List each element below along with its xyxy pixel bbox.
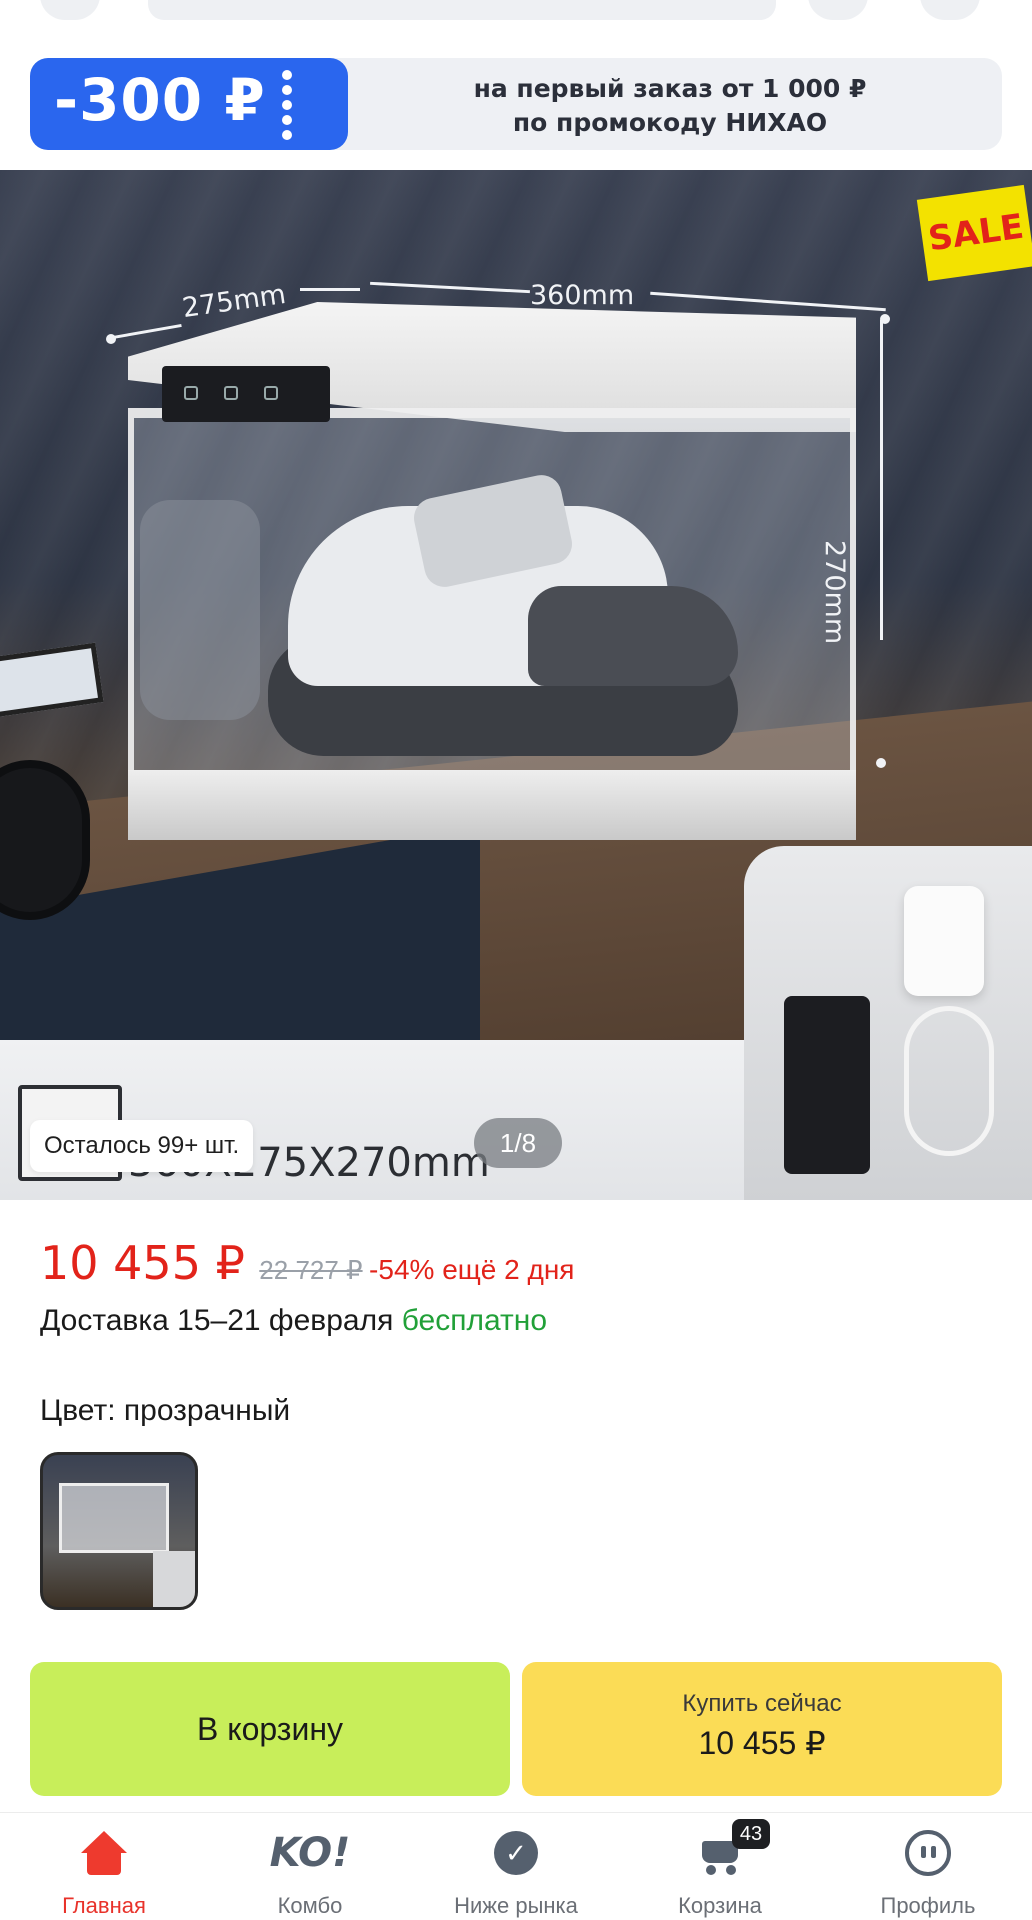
dimension-width: 360mm <box>530 280 635 311</box>
power-adapter <box>904 886 984 996</box>
color-swatch-transparent[interactable] <box>40 1452 198 1610</box>
promo-description: на первый заказ от 1 000 ₽ по промокоду … <box>473 74 867 137</box>
buy-now-button[interactable]: Купить сейчас 10 455 ₽ <box>522 1662 1002 1796</box>
sneaker <box>268 466 738 766</box>
color-label: Цвет: прозрачный <box>40 1394 291 1427</box>
add-to-cart-button[interactable]: В корзину <box>30 1662 510 1796</box>
top-search-strip <box>0 0 1032 30</box>
headphones <box>0 760 90 920</box>
product-image-gallery[interactable]: 275mm 360mm 270mm SALE 360X275X270mm Ост… <box>0 170 1032 1200</box>
tab-combo[interactable]: KO! Комбо <box>230 1827 390 1919</box>
search-input[interactable] <box>148 0 776 20</box>
ko-icon: KO! <box>269 1830 351 1876</box>
tab-cart[interactable]: 43 Корзина <box>640 1819 800 1919</box>
tab-home[interactable]: Главная <box>24 1827 184 1919</box>
power-cable <box>904 1006 994 1156</box>
remote-control <box>784 996 870 1174</box>
stock-badge: Осталось 99+ шт. <box>30 1120 254 1172</box>
delivery-info: Доставка 15–21 февраля бесплатно <box>40 1304 548 1337</box>
back-button[interactable] <box>40 0 100 20</box>
price-row: 10 455 ₽ 22 727 ₽ -54% ещё 2 дня <box>40 1236 1000 1296</box>
control-panel <box>162 366 330 422</box>
image-counter: 1/8 <box>474 1118 562 1168</box>
favorite-button[interactable] <box>920 0 980 20</box>
old-price: 22 727 ₽ <box>259 1255 363 1285</box>
sale-badge: SALE <box>916 184 1032 282</box>
promo-banner[interactable]: -300 ₽ на первый заказ от 1 000 ₽ по про… <box>30 58 1002 150</box>
dimension-height: 270mm <box>819 540 850 645</box>
bottom-tab-bar: Главная KO! Комбо ✓ Ниже рынка 43 Корзин… <box>0 1812 1032 1920</box>
shoe-box-base <box>128 770 856 840</box>
share-button[interactable] <box>808 0 868 20</box>
current-price: 10 455 ₽ <box>40 1236 245 1290</box>
delivery-free: бесплатно <box>401 1304 548 1337</box>
profile-icon <box>905 1830 951 1876</box>
coupon-perforation <box>280 70 294 140</box>
tab-profile[interactable]: Профиль <box>848 1827 1008 1919</box>
check-badge-icon: ✓ <box>494 1831 538 1875</box>
home-icon <box>81 1831 127 1875</box>
tab-below-market[interactable]: ✓ Ниже рынка <box>436 1827 596 1919</box>
cart-count-badge: 43 <box>732 1819 770 1849</box>
promo-amount: -300 ₽ <box>54 66 266 134</box>
accessories-inset <box>744 846 1032 1200</box>
discount-label: -54% ещё 2 дня <box>369 1254 575 1285</box>
